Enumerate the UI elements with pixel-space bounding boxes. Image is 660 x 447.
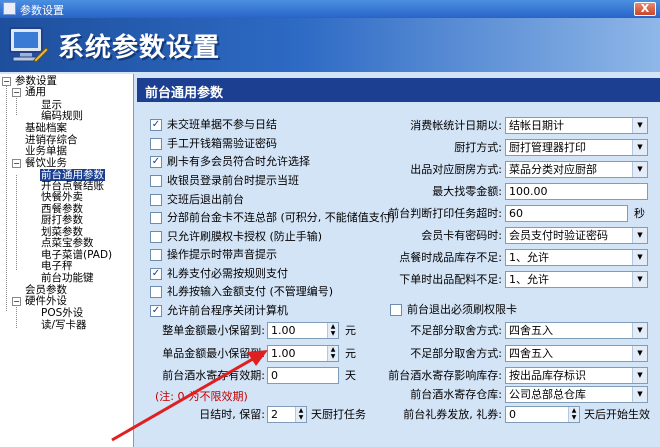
label-daily-close: 日结时, 保留:	[199, 408, 265, 421]
select-kitchen-mapping[interactable]: 菜品分类对应厨部 ▼	[505, 161, 648, 178]
input-max-change[interactable]: 100.00	[505, 183, 648, 200]
input-drink-storage-valid[interactable]: 0	[267, 367, 339, 384]
tree-item-card-reader[interactable]: 读/写卡器	[40, 320, 88, 331]
spinner-icon[interactable]: ▲ ▼	[568, 407, 579, 422]
banner-title: 系统参数设置	[58, 33, 221, 63]
panel-header: 前台通用参数	[137, 78, 660, 102]
tree-item-code-rules[interactable]: 编码规则	[40, 111, 84, 122]
check-icon[interactable]: ✓	[150, 305, 162, 317]
tree-item-fastfood[interactable]: 快餐外卖	[40, 192, 84, 203]
spinner-icon[interactable]: ▲ ▼	[327, 323, 338, 338]
chevron-down-icon[interactable]: ▼	[632, 228, 647, 243]
label-stock-shortage: 点餐时成品库存不足:	[399, 251, 502, 264]
select-ingredient-shortage[interactable]: 1、允许 ▼	[505, 271, 648, 288]
unit-days: 天	[345, 369, 356, 382]
label-drink-storage-stock: 前台酒水寄存影响库存:	[388, 369, 502, 382]
collapse-icon[interactable]: −	[12, 159, 21, 168]
tree-item-kitchen-print[interactable]: 厨打参数	[40, 215, 84, 226]
tree-item-hardware[interactable]: − 硬件外设	[12, 296, 68, 307]
unit-yuan: 元	[345, 347, 356, 360]
input-daily-close[interactable]: 2 ▲ ▼	[267, 406, 307, 423]
select-member-password[interactable]: 会员支付时验证密码 ▼	[505, 227, 648, 244]
label-print-timeout: 前台判断打印任务超时:	[388, 207, 502, 220]
tree-item-business-docs[interactable]: 业务单据	[24, 146, 68, 157]
select-stat-date[interactable]: 结帐日期计 ▼	[505, 117, 648, 134]
chevron-down-icon[interactable]: ▼	[632, 162, 647, 177]
banner: 系统参数设置	[0, 18, 660, 72]
check-icon[interactable]: ✓	[150, 268, 162, 280]
chevron-down-icon[interactable]: ▼	[632, 346, 647, 361]
chevron-down-icon[interactable]: ▼	[632, 368, 647, 383]
title-bar: 参数设置 X	[0, 0, 660, 18]
chevron-down-icon[interactable]: ▼	[632, 118, 647, 133]
tree-item-scale[interactable]: 电子秤	[40, 261, 74, 272]
label-drink-storage-valid: 前台酒水寄存有效期:	[162, 369, 265, 382]
select-drink-storage-stock[interactable]: 按出品库存标识 ▼	[505, 367, 648, 384]
input-item-rounding[interactable]: 1.00 ▲ ▼	[267, 345, 339, 362]
label-member-password: 会员卡有密码时:	[421, 229, 502, 242]
chevron-down-icon[interactable]: ▼	[632, 272, 647, 287]
spinner-icon[interactable]: ▲ ▼	[295, 407, 306, 422]
note-unlimited: (注: 0-为不限效期)	[155, 390, 248, 403]
check-icon[interactable]: ✓	[150, 156, 162, 168]
window-title: 参数设置	[20, 4, 64, 17]
chevron-down-icon[interactable]: ▼	[632, 140, 647, 155]
input-order-rounding[interactable]: 1.00 ▲ ▼	[267, 322, 339, 339]
select-kitchen-print-mode[interactable]: 厨打管理器打印 ▼	[505, 139, 648, 156]
check-icon[interactable]: ✓	[150, 119, 162, 131]
close-button[interactable]: X	[634, 2, 656, 16]
collapse-icon[interactable]: −	[12, 88, 21, 97]
label-ingredient-shortage: 下单时出品配料不足:	[399, 273, 502, 286]
select-drink-storage-warehouse[interactable]: 公司总部总仓库 ▼	[505, 386, 648, 403]
label-drink-storage-warehouse: 前台酒水寄存仓库:	[410, 388, 502, 401]
label-stat-date: 消费帐统计日期以:	[410, 119, 502, 132]
label-order-rounding: 整单金额最小保留到:	[162, 324, 265, 337]
label-item-rounding: 单品金额最小保留到:	[162, 347, 265, 360]
unit-yuan: 元	[345, 324, 356, 337]
chevron-down-icon[interactable]: ▼	[632, 387, 647, 402]
select-rounding-mode-1[interactable]: 四舍五入 ▼	[505, 322, 648, 339]
computer-settings-icon	[9, 27, 49, 63]
tree-item-function-keys[interactable]: 前台功能键	[40, 273, 95, 284]
collapse-icon[interactable]: −	[12, 297, 21, 306]
label-gift-voucher-suffix: 天后开始生效	[584, 408, 650, 421]
collapse-icon[interactable]: −	[2, 77, 11, 86]
tree-item-order-device[interactable]: 点菜宝参数	[40, 238, 95, 249]
label-kitchen-mapping: 出品对应厨房方式:	[410, 163, 502, 176]
spinner-icon[interactable]: ▲ ▼	[327, 346, 338, 361]
label-rounding-mode-2: 不足部分取舍方式:	[410, 347, 502, 360]
select-rounding-mode-2[interactable]: 四舍五入 ▼	[505, 345, 648, 362]
chevron-down-icon[interactable]: ▼	[632, 250, 647, 265]
label-max-change: 最大找零金额:	[432, 185, 502, 198]
label-rounding-mode-1: 不足部分取舍方式:	[410, 324, 502, 337]
settings-tree[interactable]: − 参数设置 − 通用 显示 编码规则 基础档案 进销存综合 业务单据 − 餐饮…	[0, 74, 134, 447]
panel-title: 前台通用参数	[145, 86, 224, 101]
tree-item-basic-archive[interactable]: 基础档案	[24, 123, 68, 134]
tree-item-pos-peripheral[interactable]: POS外设	[40, 308, 84, 319]
app-icon	[3, 2, 16, 15]
unit-seconds: 秒	[634, 207, 645, 220]
chevron-down-icon[interactable]: ▼	[632, 323, 647, 338]
settings-panel: 前台通用参数 ✓ 未交班单据不参与日结 手工开钱箱需验证密码 ✓ 刷卡有多会员符合时…	[137, 74, 660, 447]
tree-item-catering[interactable]: − 餐饮业务	[12, 158, 68, 169]
select-stock-shortage[interactable]: 1、允许 ▼	[505, 249, 648, 266]
label-kitchen-print-mode: 厨打方式:	[454, 141, 502, 154]
input-print-timeout[interactable]: 60	[505, 205, 628, 222]
input-gift-voucher[interactable]: 0 ▲ ▼	[505, 406, 580, 423]
label-gift-voucher: 前台礼券发放, 礼券:	[403, 408, 502, 421]
tree-item-general[interactable]: − 通用	[12, 87, 47, 98]
label-daily-close-suffix: 天厨打任务	[311, 408, 366, 421]
